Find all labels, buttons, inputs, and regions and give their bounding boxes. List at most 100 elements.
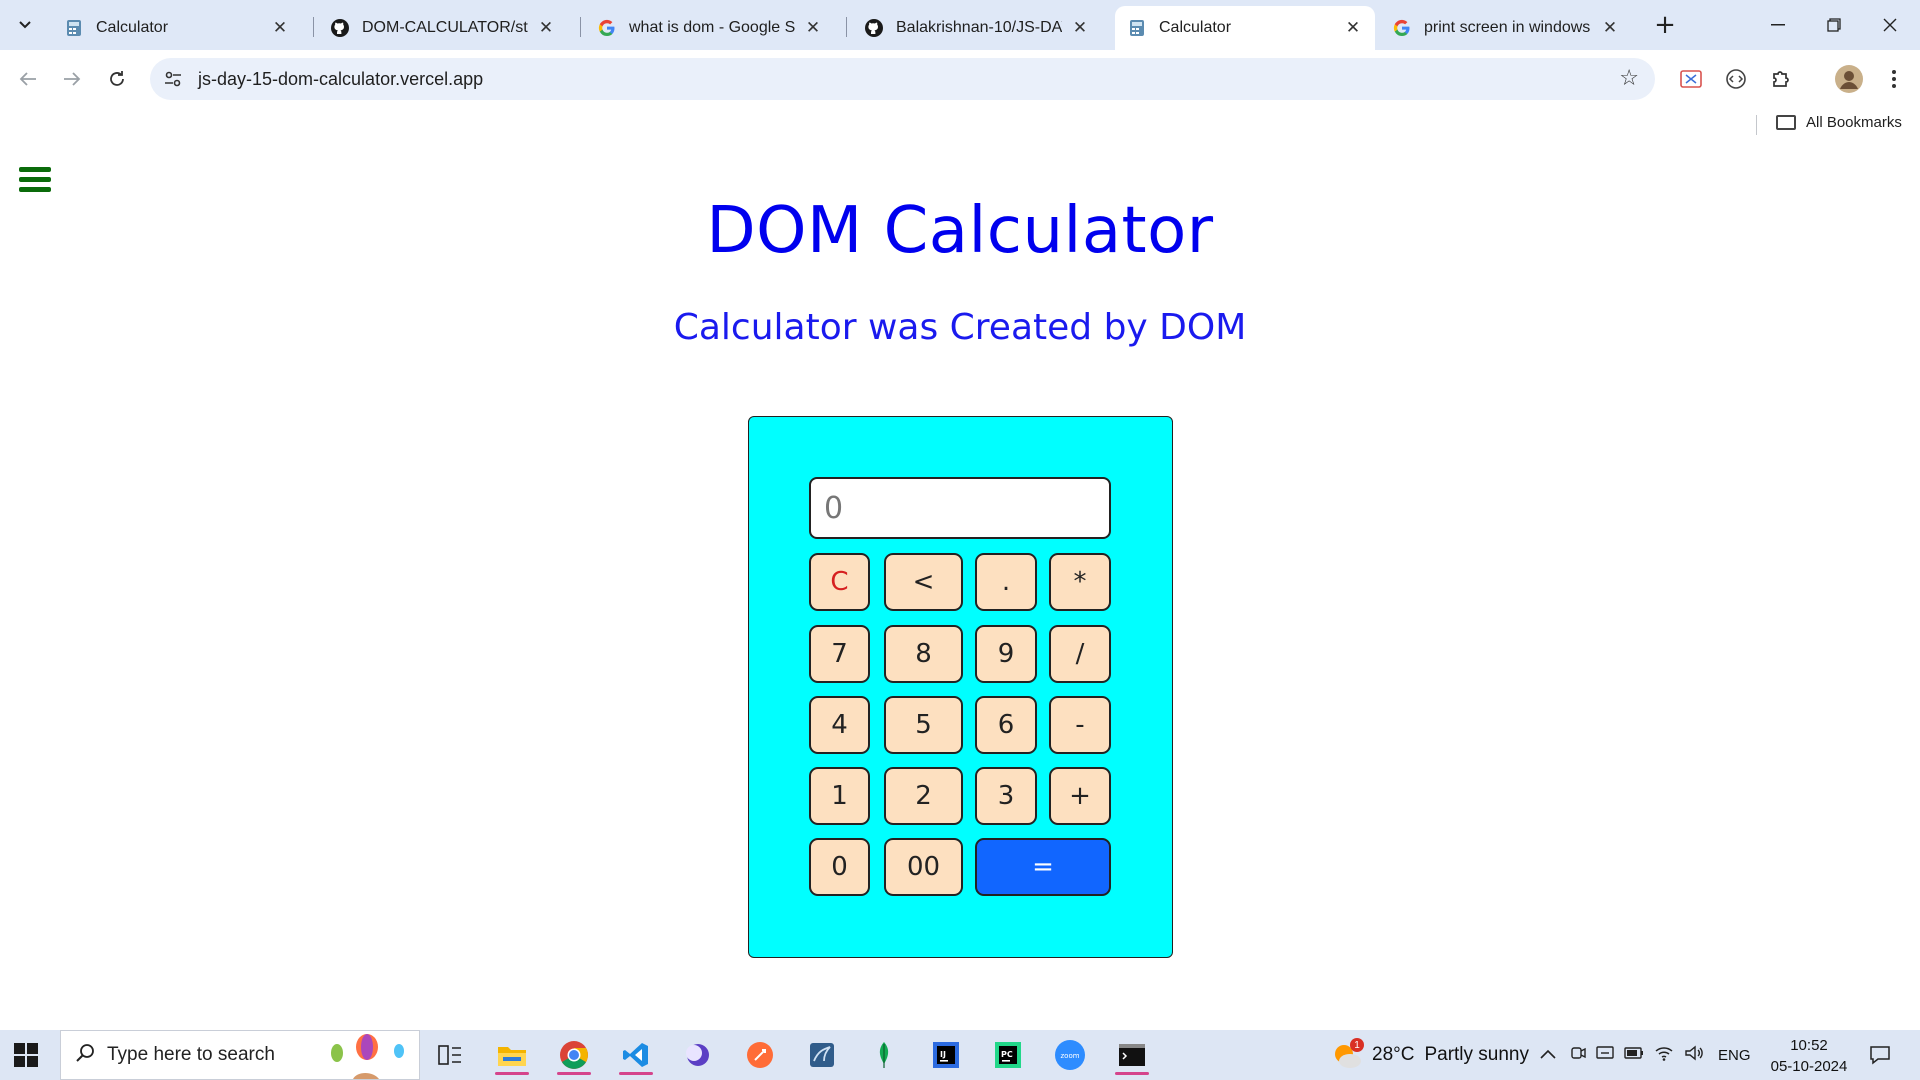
key-multiply[interactable]: * bbox=[1049, 553, 1111, 611]
restore-icon bbox=[1827, 18, 1841, 32]
arrow-right-icon bbox=[64, 72, 81, 86]
forward-button[interactable] bbox=[57, 64, 87, 94]
key-1[interactable]: 1 bbox=[809, 767, 870, 825]
browser-toolbar: js-day-15-dom-calculator.vercel.app ☆ bbox=[0, 50, 1920, 108]
display-icon[interactable] bbox=[1596, 1045, 1614, 1066]
chrome-icon[interactable] bbox=[554, 1035, 594, 1075]
all-bookmarks-button[interactable]: All Bookmarks bbox=[1776, 114, 1902, 131]
tab-calculator-active[interactable]: Calculator ✕ bbox=[1115, 6, 1375, 50]
key-7[interactable]: 7 bbox=[809, 625, 870, 683]
mongodb-compass-icon[interactable] bbox=[864, 1035, 904, 1075]
page-subtitle: Calculator was Created by DOM bbox=[673, 307, 1247, 348]
calculator-display[interactable]: 0 bbox=[809, 477, 1111, 539]
postman-icon[interactable] bbox=[740, 1035, 780, 1075]
chevron-up-icon[interactable] bbox=[1540, 1046, 1556, 1064]
close-icon bbox=[1883, 18, 1897, 32]
notifications-icon[interactable] bbox=[1860, 1035, 1900, 1075]
key-clear[interactable]: C bbox=[809, 553, 870, 611]
close-window-button[interactable] bbox=[1862, 0, 1918, 50]
weather-condition: Partly sunny bbox=[1424, 1044, 1529, 1065]
system-tray: ENG bbox=[1540, 1030, 1751, 1080]
weather-partly-sunny-icon: 1 bbox=[1330, 1038, 1364, 1072]
terminal-icon[interactable] bbox=[1112, 1035, 1152, 1075]
intellij-icon[interactable]: IJ bbox=[926, 1035, 966, 1075]
extensions-puzzle-icon[interactable] bbox=[1766, 64, 1796, 94]
key-add[interactable]: + bbox=[1049, 767, 1111, 825]
browser-menu-button[interactable] bbox=[1879, 64, 1909, 94]
arrow-left-icon bbox=[19, 72, 36, 86]
page-title: DOM Calculator bbox=[706, 194, 1214, 268]
all-bookmarks-label: All Bookmarks bbox=[1806, 114, 1902, 131]
key-6[interactable]: 6 bbox=[975, 696, 1037, 754]
google-icon bbox=[597, 18, 617, 38]
site-settings-icon[interactable] bbox=[162, 71, 184, 87]
key-00[interactable]: 00 bbox=[884, 838, 963, 896]
key-9[interactable]: 9 bbox=[975, 625, 1037, 683]
vscode-icon[interactable] bbox=[616, 1035, 656, 1075]
key-5[interactable]: 5 bbox=[884, 696, 963, 754]
pycharm-icon[interactable]: PC bbox=[988, 1035, 1028, 1075]
taskbar-clock[interactable]: 10:52 05-10-2024 bbox=[1764, 1035, 1854, 1077]
windows-start-icon[interactable] bbox=[14, 1043, 38, 1067]
active-app-indicator bbox=[557, 1072, 591, 1075]
extension-reader-icon[interactable] bbox=[1676, 64, 1706, 94]
eclipse-app-icon[interactable] bbox=[678, 1035, 718, 1075]
key-2[interactable]: 2 bbox=[884, 767, 963, 825]
close-icon[interactable]: ✕ bbox=[1600, 18, 1620, 38]
volume-icon[interactable] bbox=[1684, 1045, 1704, 1066]
extension-devtools-icon[interactable] bbox=[1721, 64, 1751, 94]
bookmark-star-icon[interactable]: ☆ bbox=[1619, 66, 1639, 91]
bookmarks-bar: All Bookmarks bbox=[0, 108, 1920, 142]
balloons-icon bbox=[331, 1034, 404, 1079]
battery-icon[interactable] bbox=[1624, 1046, 1644, 1064]
windows-taskbar: Type here to search IJ PC zoom 1 28°C Pa… bbox=[0, 1030, 1920, 1080]
meet-now-icon[interactable] bbox=[1570, 1045, 1586, 1066]
hamburger-menu-icon[interactable] bbox=[19, 167, 51, 193]
close-icon[interactable]: ✕ bbox=[270, 18, 290, 38]
address-bar[interactable]: js-day-15-dom-calculator.vercel.app ☆ bbox=[150, 58, 1655, 100]
bookmarks-separator bbox=[1756, 115, 1757, 135]
more-vert-icon bbox=[1892, 70, 1896, 88]
active-app-indicator bbox=[619, 1072, 653, 1075]
restore-button[interactable] bbox=[1806, 0, 1862, 50]
key-divide[interactable]: / bbox=[1049, 625, 1111, 683]
tab-github-style[interactable]: DOM-CALCULATOR/style.c ✕ bbox=[318, 6, 568, 50]
tab-calculator-1[interactable]: Calculator ✕ bbox=[52, 6, 302, 50]
close-icon[interactable]: ✕ bbox=[1343, 18, 1363, 38]
taskbar-search-box[interactable]: Type here to search bbox=[60, 1030, 420, 1080]
minimize-button[interactable] bbox=[1750, 0, 1806, 50]
back-button[interactable] bbox=[13, 64, 43, 94]
key-subtract[interactable]: - bbox=[1049, 696, 1111, 754]
file-explorer-icon[interactable] bbox=[492, 1035, 532, 1075]
key-4[interactable]: 4 bbox=[809, 696, 870, 754]
tab-github-jsday15[interactable]: Balakrishnan-10/JS-DAY15 ✕ bbox=[852, 6, 1102, 50]
key-3[interactable]: 3 bbox=[975, 767, 1037, 825]
wifi-icon[interactable] bbox=[1654, 1045, 1674, 1066]
svg-text:IJ: IJ bbox=[940, 1050, 946, 1059]
key-equals[interactable]: = bbox=[975, 838, 1111, 896]
language-indicator[interactable]: ENG bbox=[1718, 1047, 1751, 1064]
tab-google-print-screen[interactable]: print screen in windows 10 ✕ bbox=[1380, 6, 1632, 50]
profile-avatar[interactable] bbox=[1832, 62, 1866, 96]
zoom-icon[interactable]: zoom bbox=[1050, 1035, 1090, 1075]
new-tab-button[interactable]: + bbox=[1650, 10, 1680, 40]
tab-google-what-is-dom[interactable]: what is dom - Google Sear ✕ bbox=[585, 6, 835, 50]
weather-widget[interactable]: 1 28°C Partly sunny bbox=[1330, 1030, 1529, 1080]
close-icon[interactable]: ✕ bbox=[803, 18, 823, 38]
svg-text:zoom: zoom bbox=[1061, 1052, 1080, 1060]
search-icon bbox=[75, 1043, 95, 1068]
task-view-icon[interactable] bbox=[430, 1035, 470, 1075]
reload-button[interactable] bbox=[102, 64, 132, 94]
chevron-down-icon bbox=[19, 21, 31, 29]
tab-search-button[interactable] bbox=[8, 9, 42, 41]
search-placeholder: Type here to search bbox=[107, 1044, 275, 1065]
key-decimal[interactable]: . bbox=[975, 553, 1037, 611]
key-backspace[interactable]: < bbox=[884, 553, 963, 611]
key-0[interactable]: 0 bbox=[809, 838, 870, 896]
key-8[interactable]: 8 bbox=[884, 625, 963, 683]
tab-strip: Calculator ✕ DOM-CALCULATOR/style.c ✕ wh… bbox=[0, 0, 1920, 50]
close-icon[interactable]: ✕ bbox=[1070, 18, 1090, 38]
close-icon[interactable]: ✕ bbox=[536, 18, 556, 38]
url-text[interactable]: js-day-15-dom-calculator.vercel.app bbox=[198, 69, 483, 90]
mysql-workbench-icon[interactable] bbox=[802, 1035, 842, 1075]
